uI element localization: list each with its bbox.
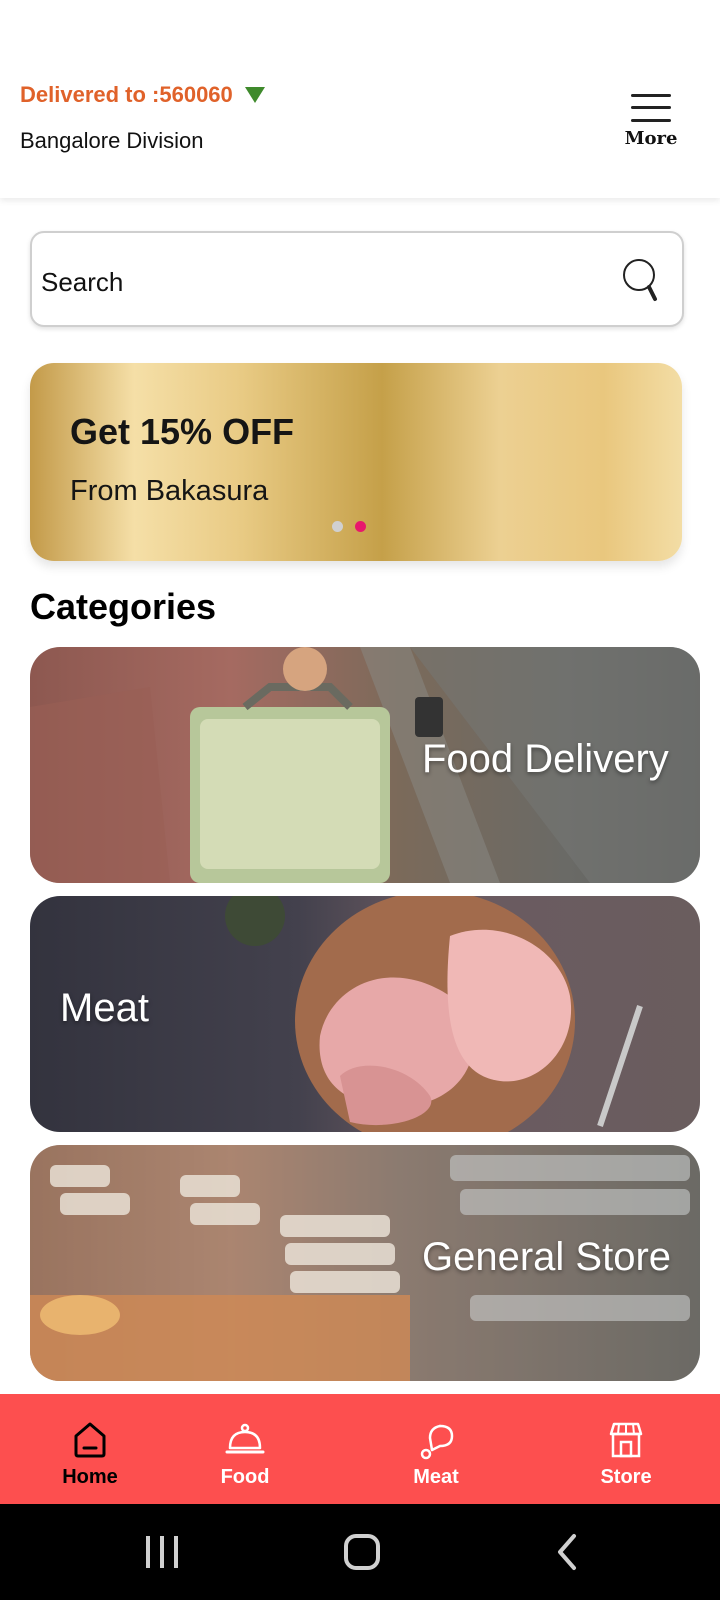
system-navigation-bar [0, 1504, 720, 1600]
division-label: Bangalore Division [20, 128, 204, 153]
category-food-delivery[interactable]: Food Delivery [30, 647, 700, 883]
nav-label[interactable]: Food [221, 1466, 270, 1489]
home-system-icon[interactable] [342, 1532, 382, 1572]
drumstick-icon[interactable] [416, 1420, 456, 1460]
category-label[interactable]: Meat [60, 986, 149, 1031]
carousel-indicator [332, 521, 366, 532]
search-input[interactable]: Search [30, 231, 684, 327]
nav-store[interactable]: Store [566, 1394, 686, 1504]
promo-banner[interactable]: Get 15% OFF From Bakasura [30, 363, 682, 561]
store-icon[interactable] [606, 1420, 646, 1460]
bottom-navigation: Home Food Meat Store [0, 1394, 720, 1504]
categories-heading: Categories [30, 586, 217, 627]
promo-subtitle: From Bakasura [70, 475, 269, 507]
search-placeholder[interactable]: Search [41, 267, 123, 298]
more-menu-button[interactable]: More [614, 92, 688, 156]
search-icon[interactable] [622, 257, 662, 305]
nav-label[interactable]: Store [600, 1466, 651, 1489]
hamburger-icon[interactable] [631, 92, 671, 124]
delivered-to-label[interactable]: Delivered to :560060 [20, 82, 233, 108]
more-label[interactable]: More [625, 128, 678, 149]
category-label[interactable]: General Store [422, 1235, 671, 1280]
recent-apps-icon[interactable] [142, 1534, 182, 1570]
carousel-dot-active[interactable] [355, 521, 366, 532]
category-general-store[interactable]: General Store [30, 1145, 700, 1381]
nav-food[interactable]: Food [185, 1394, 305, 1504]
home-icon[interactable] [70, 1420, 110, 1460]
dropdown-triangle-icon[interactable] [244, 87, 265, 103]
nav-meat[interactable]: Meat [376, 1394, 496, 1504]
nav-label[interactable]: Meat [413, 1466, 459, 1489]
delivery-location-selector[interactable]: Delivered to :560060 [20, 82, 265, 108]
category-meat[interactable]: Meat [30, 896, 700, 1132]
category-label[interactable]: Food Delivery [422, 737, 669, 782]
carousel-dot[interactable] [332, 521, 343, 532]
back-icon[interactable] [552, 1532, 580, 1572]
app-header: Delivered to :560060 Bangalore Division … [0, 0, 720, 198]
promo-title: Get 15% OFF [70, 411, 295, 452]
cloche-icon[interactable] [225, 1420, 265, 1460]
nav-home[interactable]: Home [30, 1394, 150, 1504]
nav-label[interactable]: Home [62, 1466, 118, 1489]
